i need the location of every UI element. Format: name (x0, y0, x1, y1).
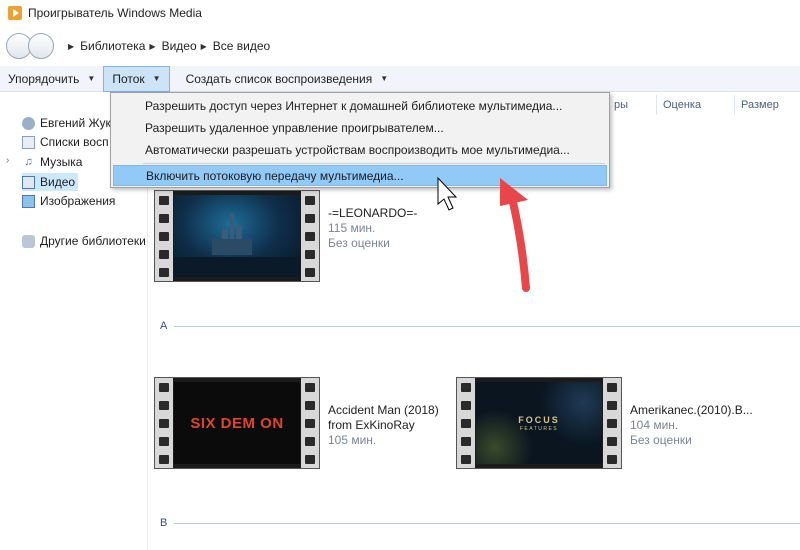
group-label-a: A (160, 320, 168, 332)
title-bar: Проигрыватель Windows Media (0, 0, 800, 26)
breadcrumb-arrow-icon[interactable]: ▶ (68, 42, 74, 51)
nav-item-label: Видео (40, 175, 76, 189)
music-note-icon: ♫ (24, 156, 33, 168)
breadcrumb-video[interactable]: Видео (162, 39, 197, 53)
media-player-icon (8, 6, 22, 20)
video-rating[interactable]: Без оценки (328, 236, 498, 251)
nav-item-video[interactable]: Видео (22, 173, 78, 191)
playlist-icon (22, 135, 35, 149)
group-divider (174, 326, 800, 327)
window-title: Проигрыватель Windows Media (28, 6, 202, 20)
video-icon (22, 175, 35, 189)
chevron-down-icon: ▼ (152, 74, 161, 83)
nav-item-label: Музыка (40, 155, 83, 169)
video-thumbnail[interactable]: FOCUS FEATURES (456, 377, 622, 469)
video-metadata: Amerikanec.(2010).B... 104 мин. Без оцен… (630, 403, 798, 448)
image-icon (22, 194, 35, 208)
breadcrumb-arrow-icon[interactable]: ▶ (149, 42, 155, 51)
video-thumbnail[interactable]: SIX DEM ON (154, 377, 320, 469)
menu-item-remote-control[interactable]: Разрешить удаленное управление проигрыва… (113, 118, 607, 139)
chevron-down-icon: ▼ (380, 74, 389, 83)
breadcrumb-arrow-icon[interactable]: ▶ (201, 42, 207, 51)
user-icon (22, 116, 35, 130)
forward-button[interactable] (28, 33, 54, 59)
stream-label: Поток (112, 71, 145, 86)
libraries-icon (22, 234, 35, 248)
thumbnail-logo-text: SIX DEM ON (190, 414, 284, 432)
video-duration: 115 мин. (328, 221, 376, 235)
organize-button[interactable]: Упорядочить ▼ (0, 66, 103, 92)
castle-frame (174, 195, 300, 277)
video-title[interactable]: -=LEONARDO=- (328, 206, 498, 221)
menu-item-auto-allow-devices[interactable]: Автоматически разрешать устройствам восп… (113, 140, 607, 161)
menu-item-enable-streaming[interactable]: Включить потоковую передачу мультимедиа.… (113, 165, 607, 186)
group-label-b: B (160, 517, 168, 529)
create-playlist-button[interactable]: Создать список воспроизведения ▼ (178, 66, 397, 92)
six-demon-frame: SIX DEM ON (174, 382, 300, 464)
menu-item-internet-access[interactable]: Разрешить доступ через Интернет к домашн… (113, 96, 607, 117)
nav-item-label: Списки восп (40, 135, 109, 149)
focus-features-frame: FOCUS FEATURES (476, 382, 602, 464)
video-title[interactable]: Amerikanec.(2010).B... (630, 403, 798, 418)
nav-item-label: Евгений Жук (40, 116, 111, 130)
stream-button[interactable]: Поток ▼ (103, 65, 170, 92)
video-metadata: -=LEONARDO=- 115 мин. Без оценки (328, 206, 498, 251)
toolbar: Упорядочить ▼ Поток ▼ Создать список вос… (0, 65, 800, 92)
thumbnail-logo-text: FOCUS (518, 414, 560, 425)
chevron-down-icon: ▼ (87, 74, 96, 83)
column-header-partial[interactable]: ры (608, 95, 628, 115)
video-duration: 104 мин. (630, 418, 679, 432)
expand-arrow-icon[interactable]: › (6, 155, 9, 166)
menu-separator (143, 163, 605, 164)
nav-item-label: Изображения (40, 194, 116, 208)
nav-item-images[interactable]: Изображения (22, 192, 148, 210)
nav-item-other-libraries[interactable]: Другие библиотеки (22, 232, 148, 250)
organize-label: Упорядочить (8, 71, 80, 86)
create-playlist-label: Создать список воспроизведения (185, 71, 373, 86)
nav-item-label: Другие библиотеки (40, 234, 146, 248)
breadcrumb-library[interactable]: Библиотека (80, 39, 145, 53)
video-rating[interactable]: Без оценки (630, 433, 798, 448)
video-thumbnail[interactable] (154, 190, 320, 282)
address-bar: ▶ Библиотека ▶ Видео ▶ Все видео (0, 26, 800, 66)
column-header-rating[interactable]: Оценка (656, 95, 734, 115)
thumbnail-logo-subtext: FEATURES (519, 425, 559, 432)
stream-dropdown-menu: Разрешить доступ через Интернет к домашн… (110, 92, 610, 188)
breadcrumb-all-video[interactable]: Все видео (213, 39, 270, 53)
column-header-size[interactable]: Размер (734, 95, 800, 115)
group-divider (174, 523, 800, 524)
